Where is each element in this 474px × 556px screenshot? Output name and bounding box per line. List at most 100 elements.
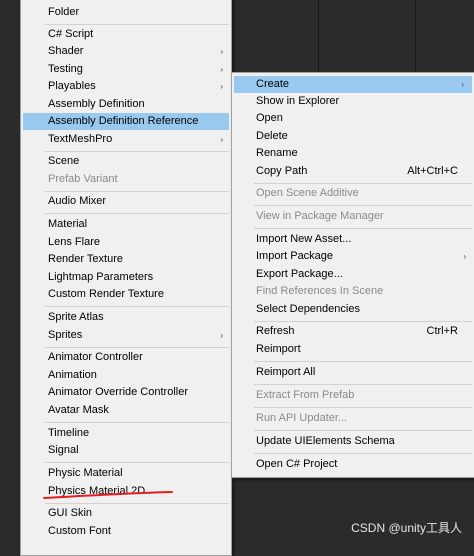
menu-separator [45,503,229,504]
menu-item-assembly-definition-reference[interactable]: Assembly Definition Reference [23,113,229,130]
menu-item-playables[interactable]: Playables › [21,78,231,95]
menu-separator [254,321,472,322]
menu-separator [254,453,472,454]
chevron-right-icon: › [220,331,223,340]
menu-item-sprite-atlas[interactable]: Sprite Atlas [21,309,231,326]
menu-item-label: Lens Flare [48,236,100,248]
menu-item-label: Update UIElements Schema [256,435,395,447]
menu-item-label: Show in Explorer [256,95,340,107]
menu-item-delete[interactable]: Delete [232,128,474,145]
shortcut-label: Alt+Ctrl+C [407,165,458,177]
menu-item-create[interactable]: Create › [234,76,472,93]
menu-item-label: Copy Path [256,165,308,177]
menu-item-shader[interactable]: Shader › [21,43,231,60]
menu-item-label: Delete [256,130,288,142]
menu-item-label: Material [48,218,88,230]
menu-item-lightmap-parameters[interactable]: Lightmap Parameters [21,269,231,286]
background-panel-divider [415,0,416,80]
menu-item-animator-override-controller[interactable]: Animator Override Controller [21,384,231,401]
menu-item-physic-material[interactable]: Physic Material [21,465,231,482]
menu-item-label: Avatar Mask [48,404,109,416]
menu-separator [45,306,229,307]
menu-item-label: TextMeshPro [48,133,113,145]
menu-item-label: Reimport All [256,366,316,378]
menu-item-label: Shader [48,45,84,57]
menu-item-open[interactable]: Open [232,110,474,127]
menu-item-textmeshpro[interactable]: TextMeshPro › [21,131,231,148]
menu-item-render-texture[interactable]: Render Texture [21,251,231,268]
menu-item-label: Animator Override Controller [48,386,188,398]
menu-item-label: Export Package... [256,268,343,280]
menu-item-run-api-updater: Run API Updater... [232,410,474,427]
menu-item-label: Audio Mixer [48,195,107,207]
menu-separator [45,24,229,25]
menu-item-sprites[interactable]: Sprites › [21,327,231,344]
menu-separator [254,407,472,408]
menu-item-label: Animator Controller [48,351,143,363]
menu-item-label: Run API Updater... [256,412,348,424]
menu-item-rename[interactable]: Rename [232,145,474,162]
menu-item-view-in-package-manager: View in Package Manager [232,208,474,225]
menu-item-label: Animation [48,369,97,381]
menu-item-folder[interactable]: Folder [21,4,231,21]
menu-item-label: Prefab Variant [48,173,118,185]
menu-item-reimport-all[interactable]: Reimport All [232,364,474,381]
menu-item-assembly-definition[interactable]: Assembly Definition [21,96,231,113]
menu-item-label: Lightmap Parameters [48,271,154,283]
menu-item-label: Sprite Atlas [48,311,104,323]
menu-item-audio-mixer[interactable]: Audio Mixer [21,193,231,210]
menu-item-open-csharp-project[interactable]: Open C# Project [232,456,474,473]
menu-item-label: Playables [48,80,96,92]
menu-item-material[interactable]: Material [21,216,231,233]
menu-item-label: Custom Render Texture [48,288,164,300]
menu-item-label: Find References In Scene [256,285,384,297]
background-panel-divider [318,0,319,80]
menu-item-import-package[interactable]: Import Package › [232,248,474,265]
menu-item-label: Import Package [256,250,334,262]
menu-item-custom-render-texture[interactable]: Custom Render Texture [21,286,231,303]
menu-item-custom-font[interactable]: Custom Font [21,523,231,540]
menu-separator [45,213,229,214]
menu-item-physics-material-2d[interactable]: Physics Material 2D [21,483,231,500]
menu-item-label: Refresh [256,325,295,337]
menu-item-timeline[interactable]: Timeline [21,425,231,442]
menu-item-testing[interactable]: Testing › [21,61,231,78]
menu-item-csharp-script[interactable]: C# Script [21,26,231,43]
menu-item-label: Physics Material 2D [48,485,146,497]
menu-item-import-new-asset[interactable]: Import New Asset... [232,231,474,248]
menu-item-label: Custom Font [48,525,111,537]
chevron-right-icon: › [463,252,466,261]
menu-item-label: Import New Asset... [256,233,352,245]
menu-item-gui-skin[interactable]: GUI Skin [21,505,231,522]
menu-item-label: Create [256,78,290,90]
menu-item-animation[interactable]: Animation [21,367,231,384]
menu-item-label: Select Dependencies [256,303,360,315]
menu-item-signal[interactable]: Signal [21,442,231,459]
menu-item-scene[interactable]: Scene [21,153,231,170]
shortcut-label: Ctrl+R [426,325,458,337]
menu-item-lens-flare[interactable]: Lens Flare [21,234,231,251]
menu-separator [45,462,229,463]
menu-item-reimport[interactable]: Reimport [232,341,474,358]
menu-item-label: Timeline [48,427,90,439]
menu-item-label: Folder [48,6,80,18]
menu-item-show-in-explorer[interactable]: Show in Explorer [232,93,474,110]
menu-separator [45,191,229,192]
menu-item-label: View in Package Manager [256,210,384,222]
menu-item-update-uielements-schema[interactable]: Update UIElements Schema [232,433,474,450]
menu-item-export-package[interactable]: Export Package... [232,266,474,283]
menu-separator [45,151,229,152]
menu-item-copy-path[interactable]: Copy Path Alt+Ctrl+C [232,163,474,180]
menu-item-label: Open Scene Additive [256,187,359,199]
menu-separator [254,228,472,229]
menu-item-label: Extract From Prefab [256,389,355,401]
create-submenu: Folder C# Script Shader › Testing › Playab… [20,0,232,556]
menu-item-label: Sprites [48,329,83,341]
menu-item-refresh[interactable]: Refresh Ctrl+R [232,323,474,340]
menu-item-animator-controller[interactable]: Animator Controller [21,349,231,366]
menu-separator [45,347,229,348]
menu-item-select-dependencies[interactable]: Select Dependencies [232,301,474,318]
menu-item-avatar-mask[interactable]: Avatar Mask [21,402,231,419]
chevron-right-icon: › [220,65,223,74]
menu-item-label: Rename [256,147,298,159]
